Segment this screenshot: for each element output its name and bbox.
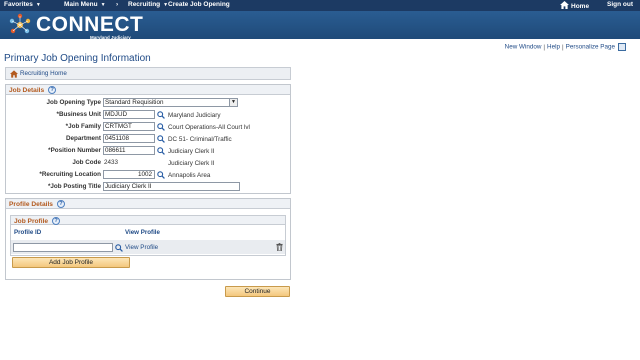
job-details-group: Job Details? Job Opening Type Standard R… xyxy=(5,84,291,194)
department-label: Department xyxy=(66,135,101,142)
separator: | xyxy=(543,43,546,51)
position-number-description: Judiciary Clerk II xyxy=(168,148,215,155)
home-icon xyxy=(560,1,569,9)
profile-details-header: Profile Details? xyxy=(6,199,290,209)
breadcrumb-create-job-opening[interactable]: Create Job Opening xyxy=(168,1,230,8)
lookup-icon[interactable] xyxy=(157,147,165,155)
recruiting-home-bar: Recruiting Home xyxy=(5,67,291,80)
home-label: Home xyxy=(571,3,590,10)
lookup-icon[interactable] xyxy=(157,171,165,179)
job-opening-type-label: Job Opening Type xyxy=(46,99,101,106)
chevron-down-icon: ▼ xyxy=(229,99,237,106)
connect-logo: CONNECT Maryland Judiciary xyxy=(6,12,166,40)
position-number-input[interactable]: 086611 xyxy=(103,146,155,155)
logo-subtitle: Maryland Judiciary xyxy=(90,35,131,40)
job-code-description: Judiciary Clerk II xyxy=(168,160,215,167)
job-posting-title-input[interactable]: Judiciary Clerk II xyxy=(103,182,240,191)
column-header-view-profile: View Profile xyxy=(125,229,160,236)
lookup-icon[interactable] xyxy=(157,135,165,143)
department-description: DC 51- Criminal/Traffic xyxy=(168,136,232,143)
job-profile-grid: Job Profile? Profile ID View Profile Vie… xyxy=(10,215,286,256)
profile-details-title-text: Profile Details xyxy=(9,200,53,208)
lookup-icon[interactable] xyxy=(157,123,165,131)
continue-button[interactable]: Continue xyxy=(225,286,290,297)
chevron-down-icon: ▼ xyxy=(35,2,41,8)
breadcrumb-recruiting-label: Recruiting xyxy=(128,1,161,8)
recruiting-location-input[interactable]: 1002 xyxy=(103,170,155,179)
job-profile-title-text: Job Profile xyxy=(14,217,49,225)
business-unit-description: Maryland Judiciary xyxy=(168,112,221,119)
job-details-title-text: Job Details xyxy=(9,86,45,94)
breadcrumb-separator-icon: › xyxy=(116,1,119,8)
favorites-menu[interactable]: Favorites ▼ xyxy=(4,1,41,8)
main-menu-label: Main Menu xyxy=(64,1,98,8)
job-code-value: 2433 xyxy=(104,159,119,166)
page-title: Primary Job Opening Information xyxy=(4,53,151,64)
recruiting-home-link[interactable]: Recruiting Home xyxy=(20,70,67,77)
help-icon[interactable]: ? xyxy=(56,200,65,208)
trash-icon[interactable] xyxy=(276,243,283,251)
brand-banner: CONNECT Maryland Judiciary xyxy=(0,11,640,40)
help-link[interactable]: Help xyxy=(547,44,560,51)
page-options-icon[interactable] xyxy=(618,43,626,51)
help-icon[interactable]: ? xyxy=(48,86,57,94)
lookup-icon[interactable] xyxy=(157,111,165,119)
job-family-input[interactable]: CRTMGT xyxy=(103,122,155,131)
job-family-label: *Job Family xyxy=(65,123,101,130)
breadcrumb-separator-icon: › xyxy=(158,1,161,8)
job-details-header: Job Details? xyxy=(6,85,290,95)
job-details-title: Job Details? xyxy=(9,86,57,94)
chevron-down-icon: ▼ xyxy=(100,2,106,8)
lookup-icon[interactable] xyxy=(115,244,123,252)
home-icon xyxy=(10,70,18,78)
job-posting-title-label: *Job Posting Title xyxy=(47,183,101,190)
business-unit-label: *Business Unit xyxy=(56,111,101,118)
department-input[interactable]: 0451108 xyxy=(103,134,155,143)
profile-details-title: Profile Details? xyxy=(9,200,65,208)
job-opening-type-value: Standard Requisition xyxy=(105,99,164,106)
position-number-label: *Position Number xyxy=(48,147,101,154)
breadcrumb-recruiting[interactable]: Recruiting ▼ xyxy=(128,1,168,8)
job-family-description: Court Operations-All Court lvl xyxy=(168,124,250,131)
separator: | xyxy=(562,43,564,51)
column-header-profile-id: Profile ID xyxy=(14,229,42,236)
sign-out-link[interactable]: Sign out xyxy=(607,1,633,8)
job-code-label: Job Code xyxy=(72,159,101,166)
job-profile-header: Job Profile? xyxy=(11,216,285,225)
page-header-links: New Window | Help | Personalize Page xyxy=(505,43,626,51)
view-profile-link[interactable]: View Profile xyxy=(125,244,158,251)
job-profile-title: Job Profile? xyxy=(14,217,61,225)
main-menu[interactable]: Main Menu ▼ xyxy=(64,1,106,8)
recruiting-location-label: *Recruiting Location xyxy=(39,171,101,178)
table-row: View Profile xyxy=(11,240,285,254)
profile-id-input[interactable] xyxy=(13,243,113,252)
profile-details-group: Profile Details? Job Profile? Profile ID… xyxy=(5,198,291,280)
business-unit-input[interactable]: MDJUD xyxy=(103,110,155,119)
top-nav-bar: Favorites ▼ Main Menu ▼ › Recruiting ▼ › Cr… xyxy=(0,0,640,11)
home-link[interactable]: Home xyxy=(560,1,589,10)
favorites-label: Favorites xyxy=(4,1,33,8)
logo-star-icon xyxy=(9,13,31,34)
help-icon[interactable]: ? xyxy=(52,217,61,225)
job-opening-type-select[interactable]: Standard Requisition ▼ xyxy=(103,98,238,107)
add-job-profile-button[interactable]: Add Job Profile xyxy=(12,257,130,268)
logo-wordmark: CONNECT xyxy=(36,13,144,36)
personalize-page-link[interactable]: Personalize Page xyxy=(566,44,615,51)
recruiting-location-description: Annapolis Area xyxy=(168,172,211,179)
new-window-link[interactable]: New Window xyxy=(505,44,542,51)
